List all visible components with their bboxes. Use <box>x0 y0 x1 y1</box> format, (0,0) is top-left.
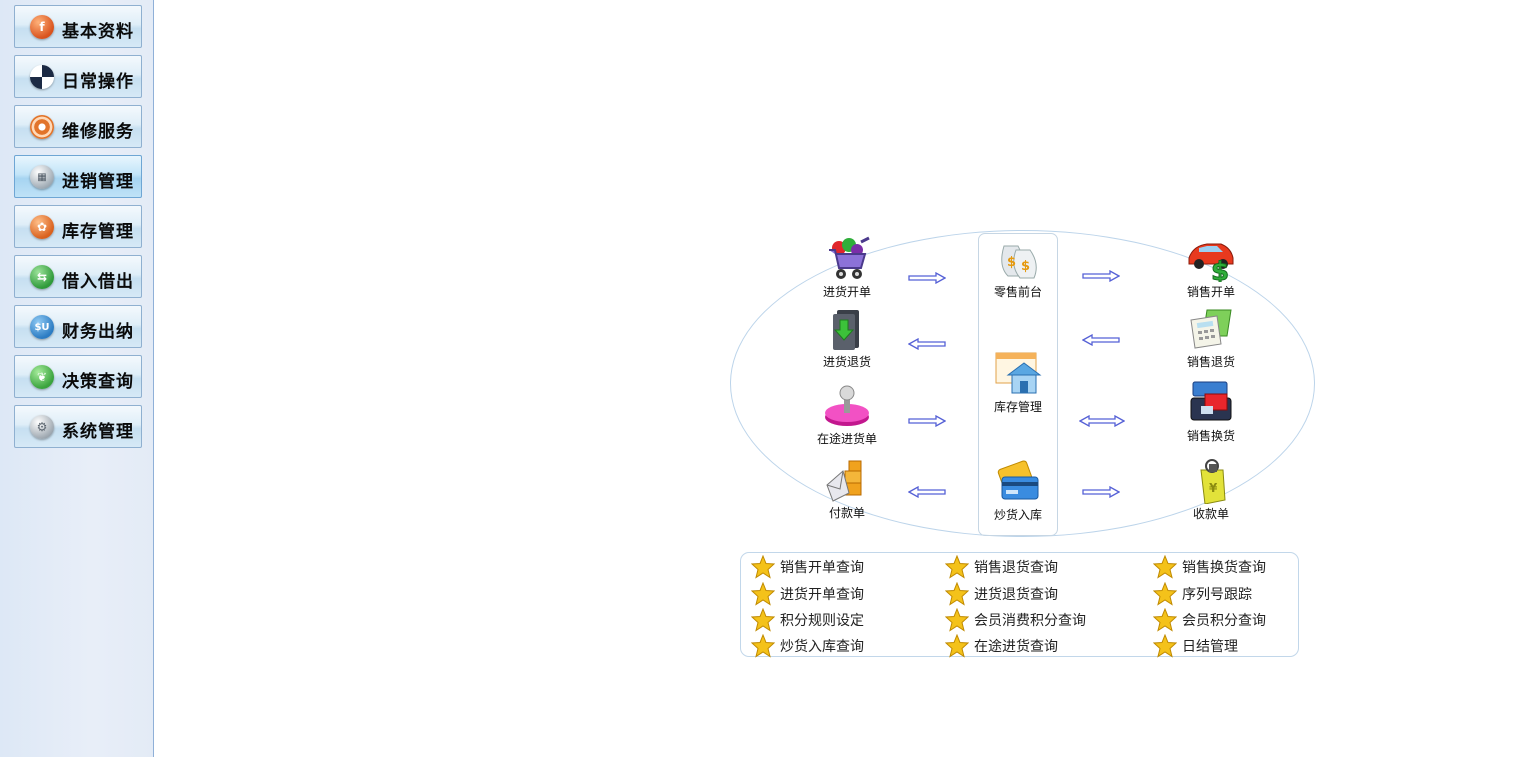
node-retail-frontdesk[interactable]: $ $ 零售前台 <box>973 236 1063 300</box>
node-inventory-management[interactable]: 库存管理 <box>973 351 1063 415</box>
query-link[interactable]: 销售开单查询 <box>751 555 864 579</box>
query-label: 序列号跟踪 <box>1182 587 1252 603</box>
query-link[interactable]: 进货退货查询 <box>945 582 1058 606</box>
node-label: 炒货入库 <box>993 508 1042 522</box>
shopping-cart-icon <box>823 236 871 282</box>
node-label: 销售换货 <box>1186 429 1235 443</box>
arrow-both-icon <box>1079 415 1125 427</box>
node-purchase-order[interactable]: 进货开单 <box>802 236 892 300</box>
warehouse-icon <box>994 351 1042 397</box>
node-payment-slip[interactable]: 付款单 <box>802 457 892 521</box>
node-label: 收款单 <box>1192 507 1229 521</box>
star-icon <box>945 634 969 658</box>
node-label: 在途进货单 <box>816 432 877 446</box>
star-icon <box>1153 608 1177 632</box>
node-receipt-slip[interactable]: ¥ 收款单 <box>1166 458 1256 522</box>
query-label: 销售退货查询 <box>974 560 1058 576</box>
star-icon <box>751 608 775 632</box>
node-label: 销售开单 <box>1186 285 1235 299</box>
node-label: 零售前台 <box>993 285 1042 299</box>
credit-cards-icon <box>994 459 1042 505</box>
arrow-left-icon <box>908 486 946 498</box>
calculator-icon <box>1187 306 1235 352</box>
query-link[interactable]: 日结管理 <box>1153 634 1238 658</box>
query-link[interactable]: 序列号跟踪 <box>1153 582 1252 606</box>
query-label: 进货退货查询 <box>974 587 1058 603</box>
star-icon <box>945 582 969 606</box>
query-link[interactable]: 炒货入库查询 <box>751 634 864 658</box>
arrow-left-icon <box>1082 334 1120 346</box>
star-icon <box>751 555 775 579</box>
star-icon <box>1153 634 1177 658</box>
node-sales-return[interactable]: 销售退货 <box>1166 306 1256 370</box>
node-sales-order[interactable]: $ 销售开单 <box>1166 236 1256 300</box>
boxes-mail-icon <box>823 457 871 503</box>
star-icon <box>945 608 969 632</box>
node-label: 进货退货 <box>822 355 871 369</box>
svg-text:$: $ <box>1021 259 1030 274</box>
node-purchase-return[interactable]: 进货退货 <box>802 306 892 370</box>
query-link[interactable]: 进货开单查询 <box>751 582 864 606</box>
arrow-right-icon <box>1082 486 1120 498</box>
car-dollar-icon: $ <box>1187 236 1235 288</box>
star-icon <box>1153 582 1177 606</box>
money-bags-icon: $ $ <box>994 236 1042 282</box>
query-label: 炒货入库查询 <box>780 639 864 655</box>
star-icon <box>945 555 969 579</box>
query-label: 销售换货查询 <box>1182 560 1266 576</box>
svg-text:¥: ¥ <box>1209 481 1218 495</box>
star-icon <box>1153 555 1177 579</box>
node-label: 库存管理 <box>993 400 1042 414</box>
joystick-icon <box>823 383 871 429</box>
arrow-right-icon <box>1082 270 1120 282</box>
query-link[interactable]: 销售退货查询 <box>945 555 1058 579</box>
query-label: 在途进货查询 <box>974 639 1058 655</box>
query-label: 会员积分查询 <box>1182 613 1266 629</box>
query-link[interactable]: 会员消费积分查询 <box>945 608 1086 632</box>
receipt-tag-icon: ¥ <box>1187 458 1235 505</box>
star-icon <box>751 634 775 658</box>
query-link[interactable]: 会员积分查询 <box>1153 608 1266 632</box>
query-label: 积分规则设定 <box>780 613 864 629</box>
query-link[interactable]: 积分规则设定 <box>751 608 864 632</box>
node-label: 进货开单 <box>822 285 871 299</box>
node-stock-in[interactable]: 炒货入库 <box>973 459 1063 523</box>
folder-download-icon <box>823 306 871 352</box>
svg-text:$: $ <box>1007 255 1016 270</box>
query-link[interactable]: 在途进货查询 <box>945 634 1058 658</box>
query-link[interactable]: 销售换货查询 <box>1153 555 1266 579</box>
query-label: 进货开单查询 <box>780 587 864 603</box>
arrow-right-icon <box>908 272 946 284</box>
exchange-box-icon <box>1187 380 1235 426</box>
node-label: 销售退货 <box>1186 355 1235 369</box>
star-icon <box>751 582 775 606</box>
arrow-left-icon <box>908 338 946 350</box>
query-label: 会员消费积分查询 <box>974 613 1086 629</box>
node-in-transit-order[interactable]: 在途进货单 <box>802 383 892 447</box>
query-label: 销售开单查询 <box>780 560 864 576</box>
query-label: 日结管理 <box>1182 639 1238 655</box>
node-sales-exchange[interactable]: 销售换货 <box>1166 380 1256 444</box>
node-label: 付款单 <box>828 506 865 520</box>
arrow-right-icon <box>908 415 946 427</box>
svg-text:$: $ <box>1211 257 1229 282</box>
